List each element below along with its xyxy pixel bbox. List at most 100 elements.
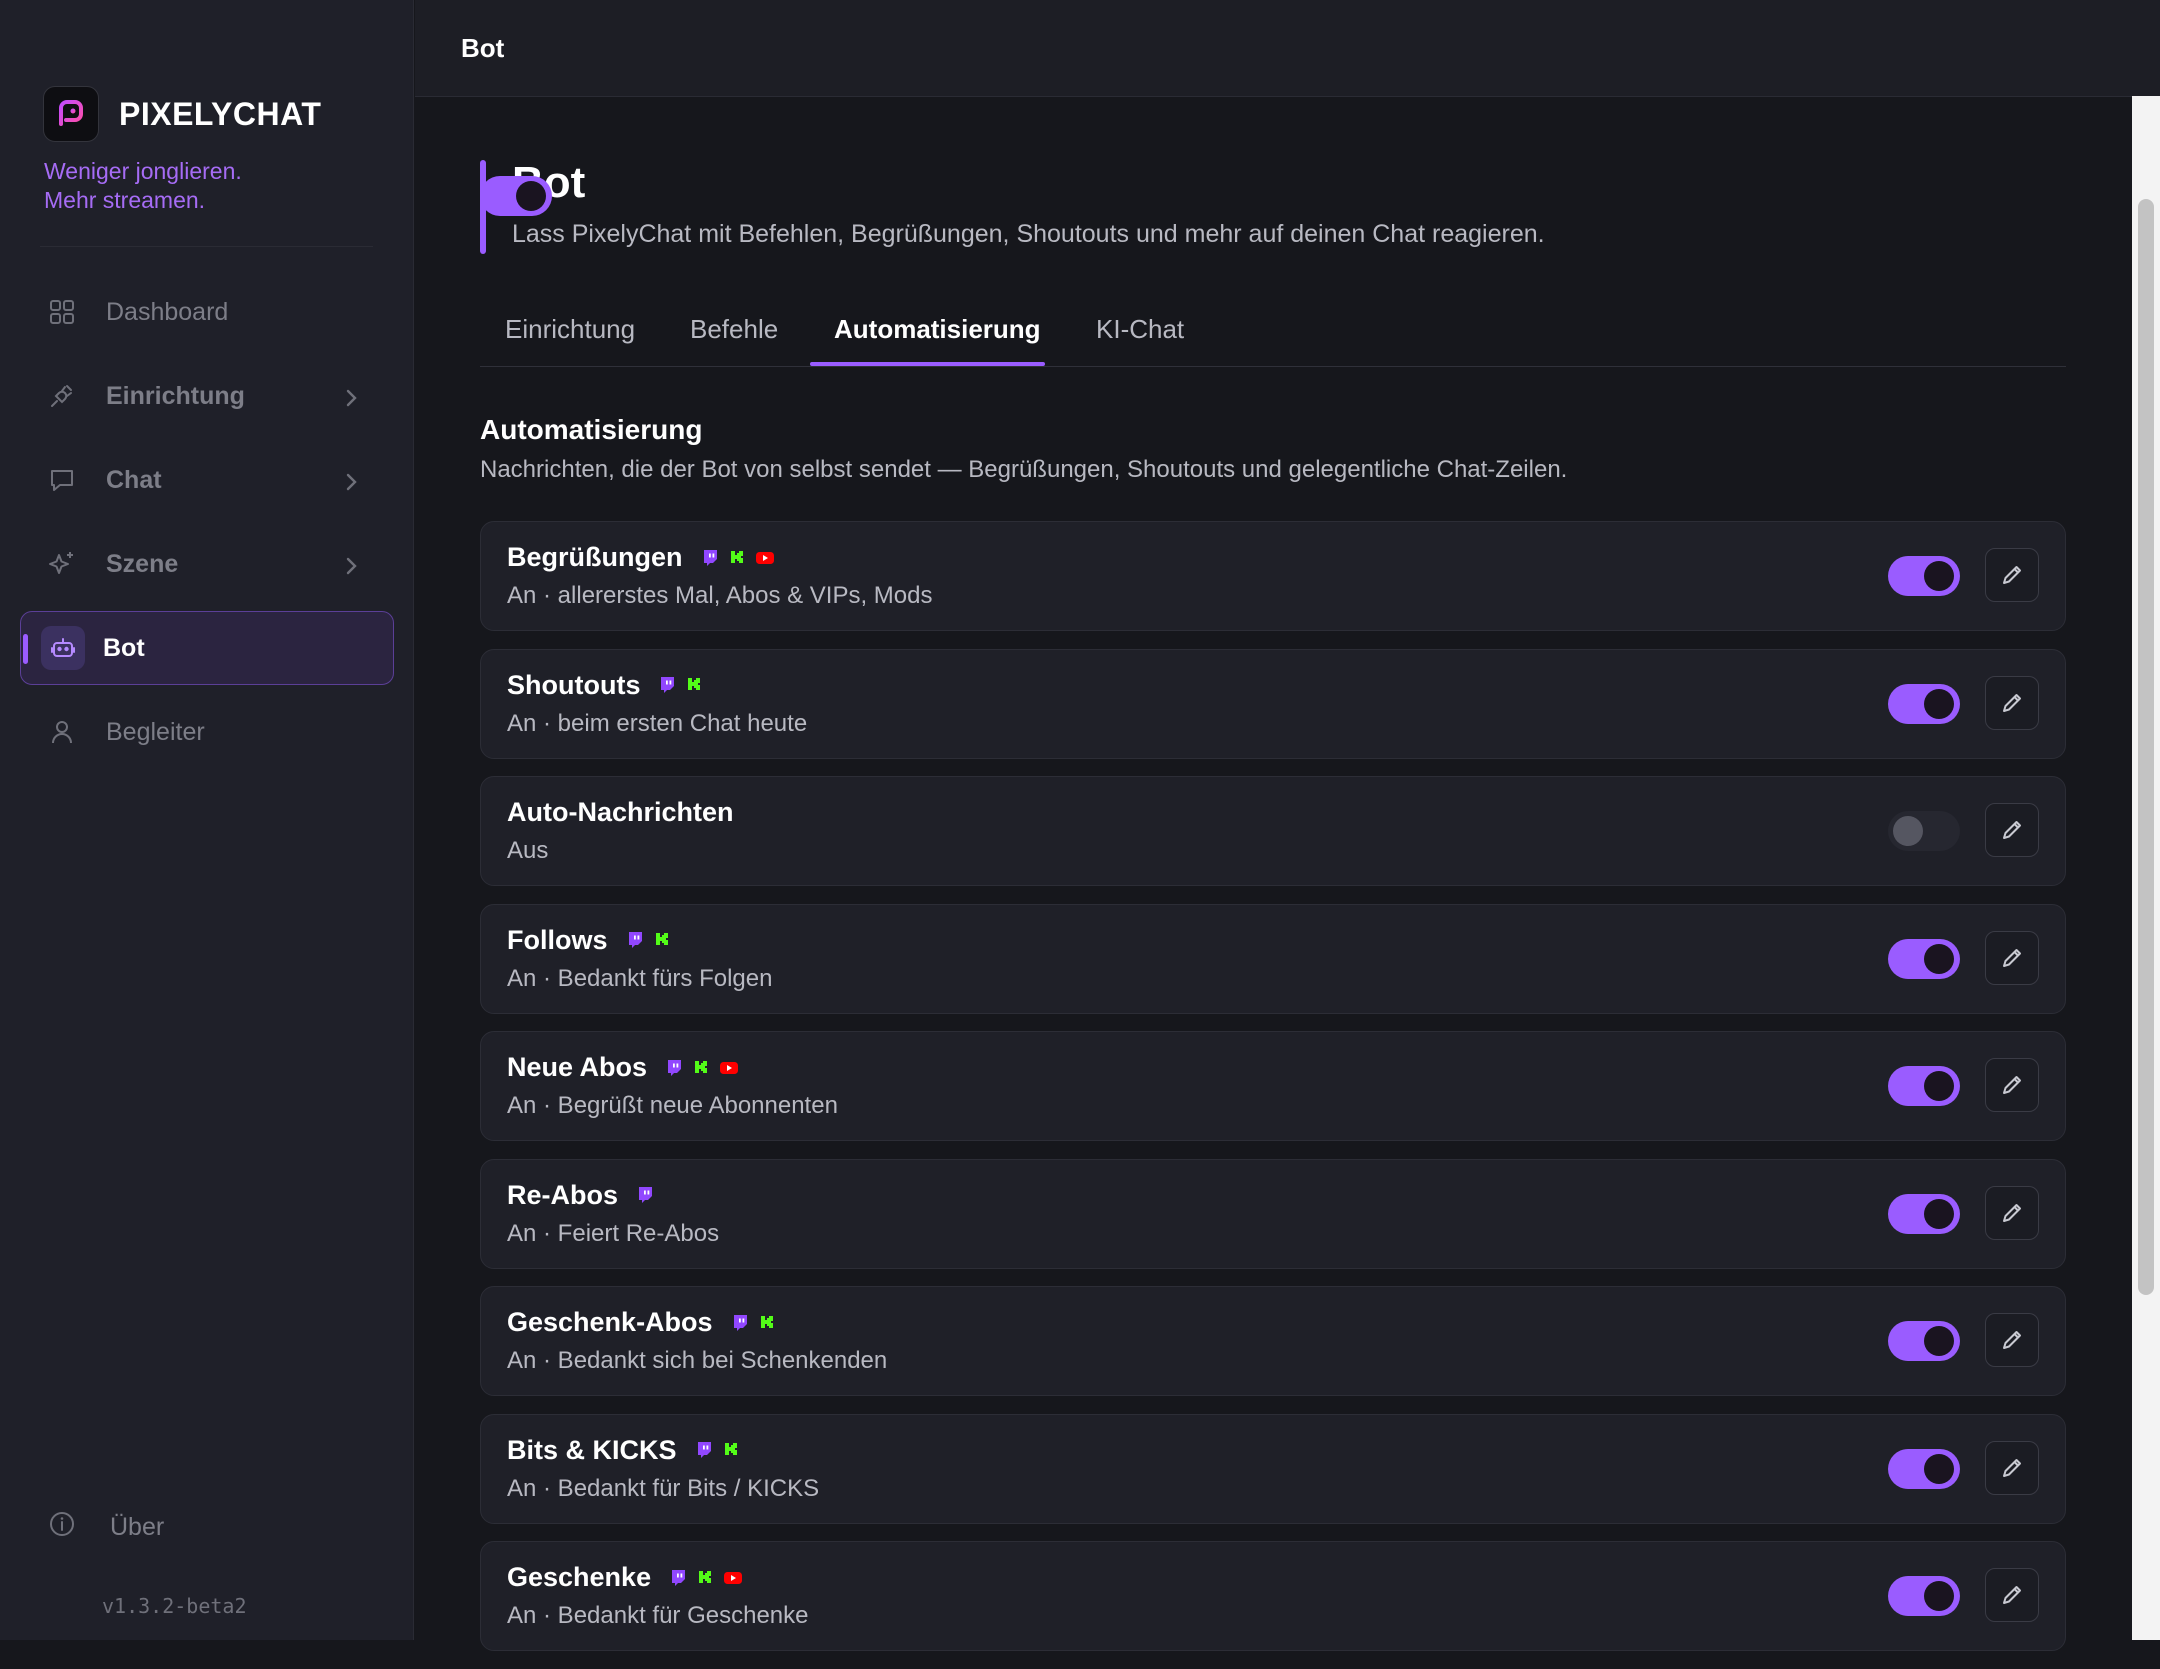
automation-toggle[interactable] (1888, 1066, 1960, 1106)
pencil-icon (1999, 1582, 2025, 1608)
edit-button[interactable] (1985, 1185, 2039, 1240)
sidebar-item-einrichtung[interactable]: Einrichtung (20, 359, 394, 433)
sidebar: PIXELYCHAT Weniger jonglieren. Mehr stre… (0, 0, 414, 1640)
automation-list: Begrüßungen An · allererstes Mal, Abos & … (480, 521, 2066, 1669)
automation-status: An · Bedankt sich bei Schenkenden (507, 1347, 888, 1374)
automation-toggle[interactable] (1888, 1193, 1960, 1234)
sidebar-item-label: Einrichtung (106, 381, 245, 410)
chevron-right-icon (344, 386, 358, 415)
automation-toggle[interactable] (1888, 1321, 1960, 1361)
edit-button[interactable] (1985, 930, 2039, 985)
scrollbar-thumb[interactable] (2138, 199, 2154, 1295)
toggle-knob (1924, 1198, 1954, 1229)
automation-row[interactable]: Re-Abos An · Feiert Re-Abos (480, 1158, 2066, 1269)
automation-row[interactable]: Bits & KICKS An · Bedankt für Bits / KICK… (480, 1413, 2066, 1524)
user-icon (48, 718, 76, 746)
automation-toggle[interactable] (1888, 811, 1960, 851)
platform-icons (691, 549, 775, 567)
info-icon (48, 1510, 76, 1545)
pencil-icon (1999, 945, 2025, 971)
sidebar-item-bot[interactable]: Bot (20, 611, 394, 685)
tab-einrichtung[interactable]: Einrichtung (505, 314, 635, 345)
section-title: Automatisierung (480, 414, 703, 445)
tab-befehle[interactable]: Befehle (690, 314, 778, 345)
automation-title: Auto-Nachrichten (507, 797, 742, 828)
automation-toggle[interactable] (1888, 938, 1960, 979)
automation-toggle[interactable] (1888, 1576, 1960, 1616)
sidebar-nav: Dashboard Einrichtung Chat Szene Bot Beg… (20, 275, 394, 779)
automation-status: An · Begrüßt neue Abonnenten (507, 1092, 838, 1119)
automation-status: An · Bedankt fürs Folgen (507, 964, 773, 992)
tab-automatisierung[interactable]: Automatisierung (834, 314, 1041, 345)
platform-icons (626, 1186, 654, 1204)
automation-status: An · beim ersten Chat heute (507, 709, 808, 737)
plug-icon (48, 382, 76, 410)
robot-icon (41, 626, 85, 670)
edit-button[interactable] (1985, 1568, 2039, 1622)
sidebar-item-begleiter[interactable]: Begleiter (20, 695, 394, 769)
automation-status: An · Bedankt für Geschenke (507, 1602, 809, 1629)
sidebar-item-label: Bot (103, 633, 145, 662)
automation-toggle[interactable] (1888, 683, 1960, 724)
automation-title-text: Geschenk-Abos (507, 1307, 713, 1337)
automation-title: Begrüßungen (507, 542, 775, 573)
platform-icons (659, 1569, 743, 1587)
tab-bar: Einrichtung Befehle Automatisierung KI-C… (480, 286, 2066, 367)
twitch-icon (701, 549, 719, 567)
sidebar-item-szene[interactable]: Szene (20, 527, 394, 601)
edit-button[interactable] (1985, 803, 2039, 857)
sidebar-item-label: Begleiter (106, 717, 205, 746)
toggle-knob (1893, 816, 1923, 846)
automation-status: An · allererstes Mal, Abos & VIPs, Mods (507, 582, 933, 609)
platform-icons (648, 676, 702, 694)
automation-row[interactable]: Geschenk-Abos An · Bedankt sich bei Schen… (480, 1286, 2066, 1396)
automation-title-text: Auto-Nachrichten (507, 797, 734, 827)
platform-icons (685, 1441, 739, 1459)
edit-button[interactable] (1985, 675, 2039, 730)
automation-status: An · Feiert Re-Abos (507, 1219, 720, 1247)
brand[interactable]: PIXELYCHAT (43, 86, 321, 142)
active-tab-indicator (810, 362, 1045, 366)
edit-button[interactable] (1985, 1313, 2039, 1367)
edit-button[interactable] (1985, 548, 2039, 602)
edit-button[interactable] (1985, 1440, 2039, 1495)
kick-icon (723, 1441, 739, 1459)
twitch-icon (626, 931, 644, 949)
automation-title: Geschenke (507, 1562, 743, 1593)
automation-title-text: Follows (507, 924, 608, 955)
sidebar-item-dashboard[interactable]: Dashboard (20, 275, 394, 349)
pencil-icon (1999, 690, 2025, 716)
tagline-line1: Weniger jonglieren. (44, 158, 242, 184)
automation-row[interactable]: Geschenke An · Bedankt für Geschenke (480, 1541, 2066, 1651)
automation-row[interactable]: Follows An · Bedankt fürs Folgen (480, 903, 2066, 1014)
automation-title-text: Re-Abos (507, 1179, 619, 1210)
automation-row[interactable]: Begrüßungen An · allererstes Mal, Abos & … (480, 521, 2066, 631)
toggle-knob (1924, 1453, 1954, 1484)
twitch-icon (658, 676, 676, 694)
edit-button[interactable] (1985, 1058, 2039, 1112)
tab-ki-chat[interactable]: KI-Chat (1096, 314, 1184, 345)
youtube-icon (719, 1059, 739, 1077)
platform-icons (721, 1314, 775, 1332)
youtube-icon (723, 1569, 743, 1587)
toggle-knob (1924, 688, 1954, 719)
automation-toggle[interactable] (1888, 1448, 1960, 1489)
pencil-icon (1999, 562, 2025, 588)
automation-row[interactable]: Auto-Nachrichten Aus (480, 776, 2066, 886)
twitch-icon (731, 1314, 749, 1332)
topbar-title: Bot (461, 33, 505, 63)
toggle-knob (1924, 1071, 1954, 1101)
main-content: Bot Lass PixelyChat mit Befehlen, Begrüß… (480, 96, 2066, 1651)
kick-icon (759, 1314, 775, 1332)
sidebar-item-about[interactable]: Über (48, 1510, 164, 1545)
automation-title-text: Neue Abos (507, 1052, 648, 1082)
about-label: Über (110, 1513, 165, 1541)
tagline-line2: Mehr streamen. (44, 187, 206, 213)
automation-toggle[interactable] (1888, 556, 1960, 596)
automation-row[interactable]: Neue Abos An · Begrüßt neue Abonnenten (480, 1031, 2066, 1141)
twitch-icon (636, 1186, 654, 1204)
sidebar-item-chat[interactable]: Chat (20, 443, 394, 517)
scrollbar[interactable] (2132, 96, 2160, 1640)
automation-row[interactable]: Shoutouts An · beim ersten Chat heute (480, 648, 2066, 759)
bot-enabled-toggle[interactable] (480, 176, 552, 216)
